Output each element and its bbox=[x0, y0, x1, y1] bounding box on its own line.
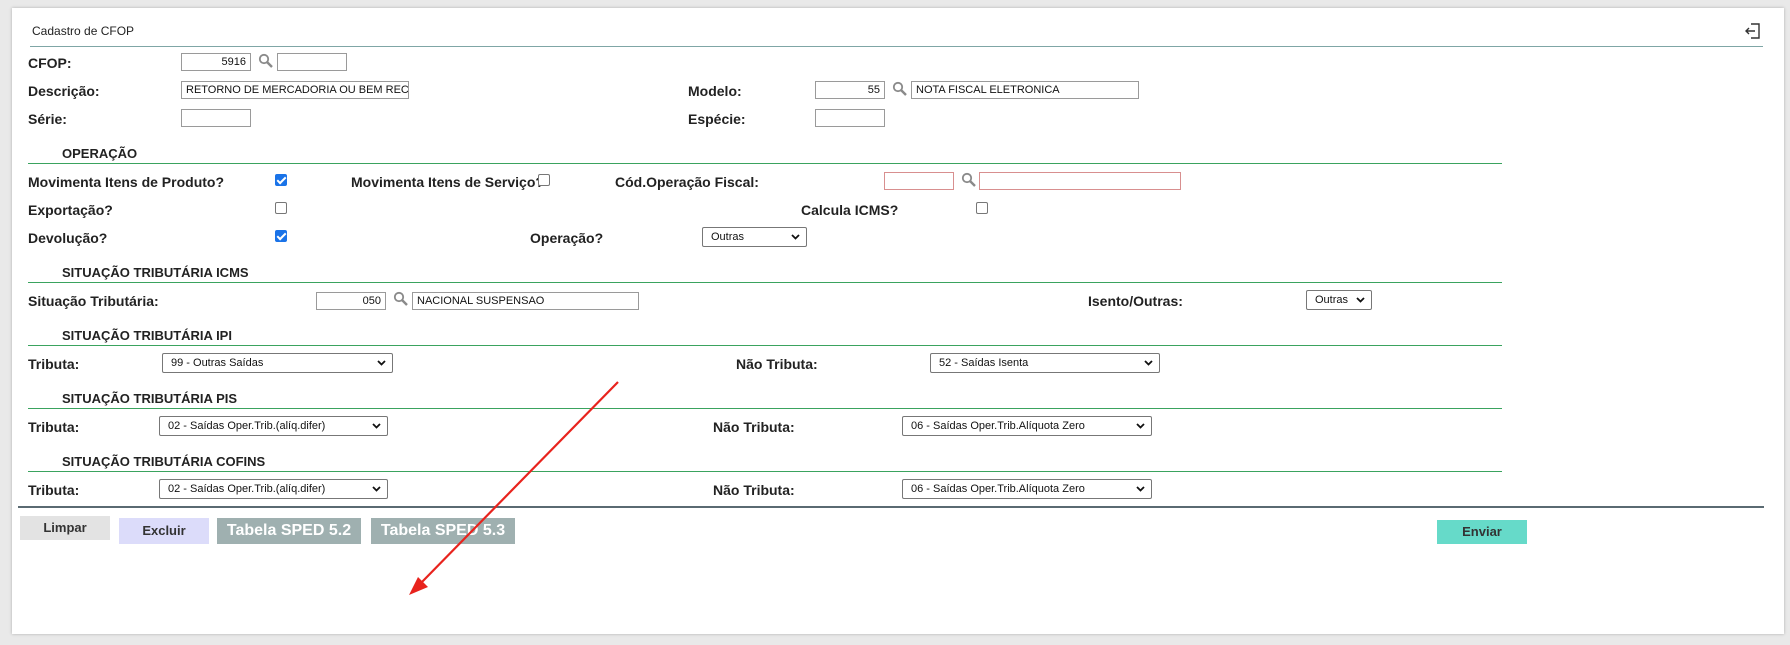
sign-out-icon[interactable] bbox=[1744, 22, 1762, 40]
cod-operacao-description-field[interactable] bbox=[979, 172, 1181, 190]
calcula-icms-label: Calcula ICMS? bbox=[801, 202, 899, 218]
ipi-tributa-select-value: 99 - Outras Saídas bbox=[171, 357, 264, 369]
cfop-search-icon[interactable] bbox=[258, 53, 274, 69]
devolucao-label: Devolução? bbox=[28, 230, 108, 246]
limpar-button[interactable]: Limpar bbox=[20, 516, 110, 540]
operacao-section-title: OPERAÇÃO bbox=[62, 146, 138, 161]
isento-outras-select-value: Outras bbox=[1315, 294, 1349, 306]
operacao-select-value: Outras bbox=[711, 231, 745, 243]
icms-section-divider bbox=[28, 282, 1502, 283]
modelo-code-field[interactable]: 55 bbox=[815, 81, 885, 99]
cfop-label: CFOP: bbox=[28, 55, 72, 71]
ipi-tributa-label: Tributa: bbox=[28, 356, 80, 372]
ipi-nao-tributa-select[interactable]: 52 - Saídas Isenta bbox=[930, 353, 1160, 373]
chevron-down-icon bbox=[1356, 297, 1365, 303]
mov-produto-checkbox[interactable] bbox=[275, 174, 287, 186]
pis-section-divider bbox=[28, 408, 1502, 409]
pis-nao-tributa-select-value: 06 - Saídas Oper.Trib.Alíquota Zero bbox=[911, 420, 1085, 432]
pis-section-title: SITUAÇÃO TRIBUTÁRIA PIS bbox=[62, 391, 238, 406]
ipi-section-divider bbox=[28, 345, 1502, 346]
mov-servico-checkbox[interactable] bbox=[538, 174, 550, 186]
chevron-down-icon bbox=[377, 360, 386, 366]
tabela-sped-52-button[interactable]: Tabela SPED 5.2 bbox=[217, 518, 361, 544]
situacao-search-icon[interactable] bbox=[393, 291, 409, 307]
pis-tributa-select[interactable]: 02 - Saídas Oper.Trib.(alíq.difer) bbox=[159, 416, 388, 436]
cod-operacao-code-field[interactable] bbox=[884, 172, 954, 190]
ipi-nao-tributa-label: Não Tributa: bbox=[736, 356, 818, 372]
ipi-nao-tributa-select-value: 52 - Saídas Isenta bbox=[939, 357, 1029, 369]
pis-tributa-select-value: 02 - Saídas Oper.Trib.(alíq.difer) bbox=[168, 420, 326, 432]
serie-label: Série: bbox=[28, 111, 67, 127]
cofins-tributa-label: Tributa: bbox=[28, 482, 80, 498]
cfop-description-field[interactable] bbox=[277, 53, 347, 71]
chevron-down-icon bbox=[791, 234, 800, 240]
exportacao-checkbox[interactable] bbox=[275, 202, 287, 214]
devolucao-checkbox[interactable] bbox=[275, 230, 287, 242]
especie-field[interactable] bbox=[815, 109, 885, 127]
cod-operacao-search-icon[interactable] bbox=[961, 172, 977, 188]
chevron-down-icon bbox=[1136, 423, 1145, 429]
chevron-down-icon bbox=[1136, 486, 1145, 492]
operacao-label: Operação? bbox=[530, 230, 604, 246]
cofins-nao-tributa-select-value: 06 - Saídas Oper.Trib.Alíquota Zero bbox=[911, 483, 1085, 495]
modelo-description-field[interactable]: NOTA FISCAL ELETRONICA bbox=[911, 81, 1139, 99]
calcula-icms-checkbox[interactable] bbox=[976, 202, 988, 214]
title-divider bbox=[30, 46, 1763, 47]
pis-nao-tributa-select[interactable]: 06 - Saídas Oper.Trib.Alíquota Zero bbox=[902, 416, 1152, 436]
tabela-sped-53-button[interactable]: Tabela SPED 5.3 bbox=[371, 518, 515, 544]
cofins-nao-tributa-select[interactable]: 06 - Saídas Oper.Trib.Alíquota Zero bbox=[902, 479, 1152, 499]
cfop-form-panel: Cadastro de CFOP CFOP: 5916 Descrição: R… bbox=[12, 8, 1784, 634]
operacao-section-divider bbox=[28, 163, 1502, 164]
cofins-nao-tributa-label: Não Tributa: bbox=[713, 482, 795, 498]
mov-produto-label: Movimenta Itens de Produto? bbox=[28, 174, 225, 190]
descricao-field[interactable]: RETORNO DE MERCADORIA OU BEM RECEBID bbox=[181, 81, 409, 99]
footer-divider bbox=[18, 506, 1764, 508]
excluir-button[interactable]: Excluir bbox=[119, 518, 209, 544]
chevron-down-icon bbox=[1144, 360, 1153, 366]
page-title: Cadastro de CFOP bbox=[32, 24, 135, 38]
modelo-label: Modelo: bbox=[688, 83, 742, 99]
isento-outras-label: Isento/Outras: bbox=[1088, 293, 1183, 309]
descricao-label: Descrição: bbox=[28, 83, 100, 99]
modelo-search-icon[interactable] bbox=[892, 81, 908, 97]
mov-servico-label: Movimenta Itens de Serviço? bbox=[351, 174, 544, 190]
pis-nao-tributa-label: Não Tributa: bbox=[713, 419, 795, 435]
chevron-down-icon bbox=[372, 486, 381, 492]
cfop-code-field[interactable]: 5916 bbox=[181, 53, 251, 71]
enviar-button[interactable]: Enviar bbox=[1437, 520, 1527, 544]
serie-field[interactable] bbox=[181, 109, 251, 127]
situacao-description-field[interactable]: NACIONAL SUSPENSAO bbox=[412, 292, 639, 310]
ipi-section-title: SITUAÇÃO TRIBUTÁRIA IPI bbox=[62, 328, 232, 343]
icms-section-title: SITUAÇÃO TRIBUTÁRIA ICMS bbox=[62, 265, 249, 280]
especie-label: Espécie: bbox=[688, 111, 746, 127]
situacao-code-field[interactable]: 050 bbox=[316, 292, 386, 310]
cofins-section-divider bbox=[28, 471, 1502, 472]
pis-tributa-label: Tributa: bbox=[28, 419, 80, 435]
situacao-tributaria-label: Situação Tributária: bbox=[28, 293, 159, 309]
cod-operacao-label: Cód.Operação Fiscal: bbox=[615, 174, 759, 190]
cofins-section-title: SITUAÇÃO TRIBUTÁRIA COFINS bbox=[62, 454, 266, 469]
exportacao-label: Exportação? bbox=[28, 202, 113, 218]
isento-outras-select[interactable]: Outras bbox=[1306, 290, 1372, 310]
operacao-select[interactable]: Outras bbox=[702, 227, 807, 247]
cofins-tributa-select[interactable]: 02 - Saídas Oper.Trib.(alíq.difer) bbox=[159, 479, 388, 499]
cofins-tributa-select-value: 02 - Saídas Oper.Trib.(alíq.difer) bbox=[168, 483, 326, 495]
chevron-down-icon bbox=[372, 423, 381, 429]
ipi-tributa-select[interactable]: 99 - Outras Saídas bbox=[162, 353, 393, 373]
